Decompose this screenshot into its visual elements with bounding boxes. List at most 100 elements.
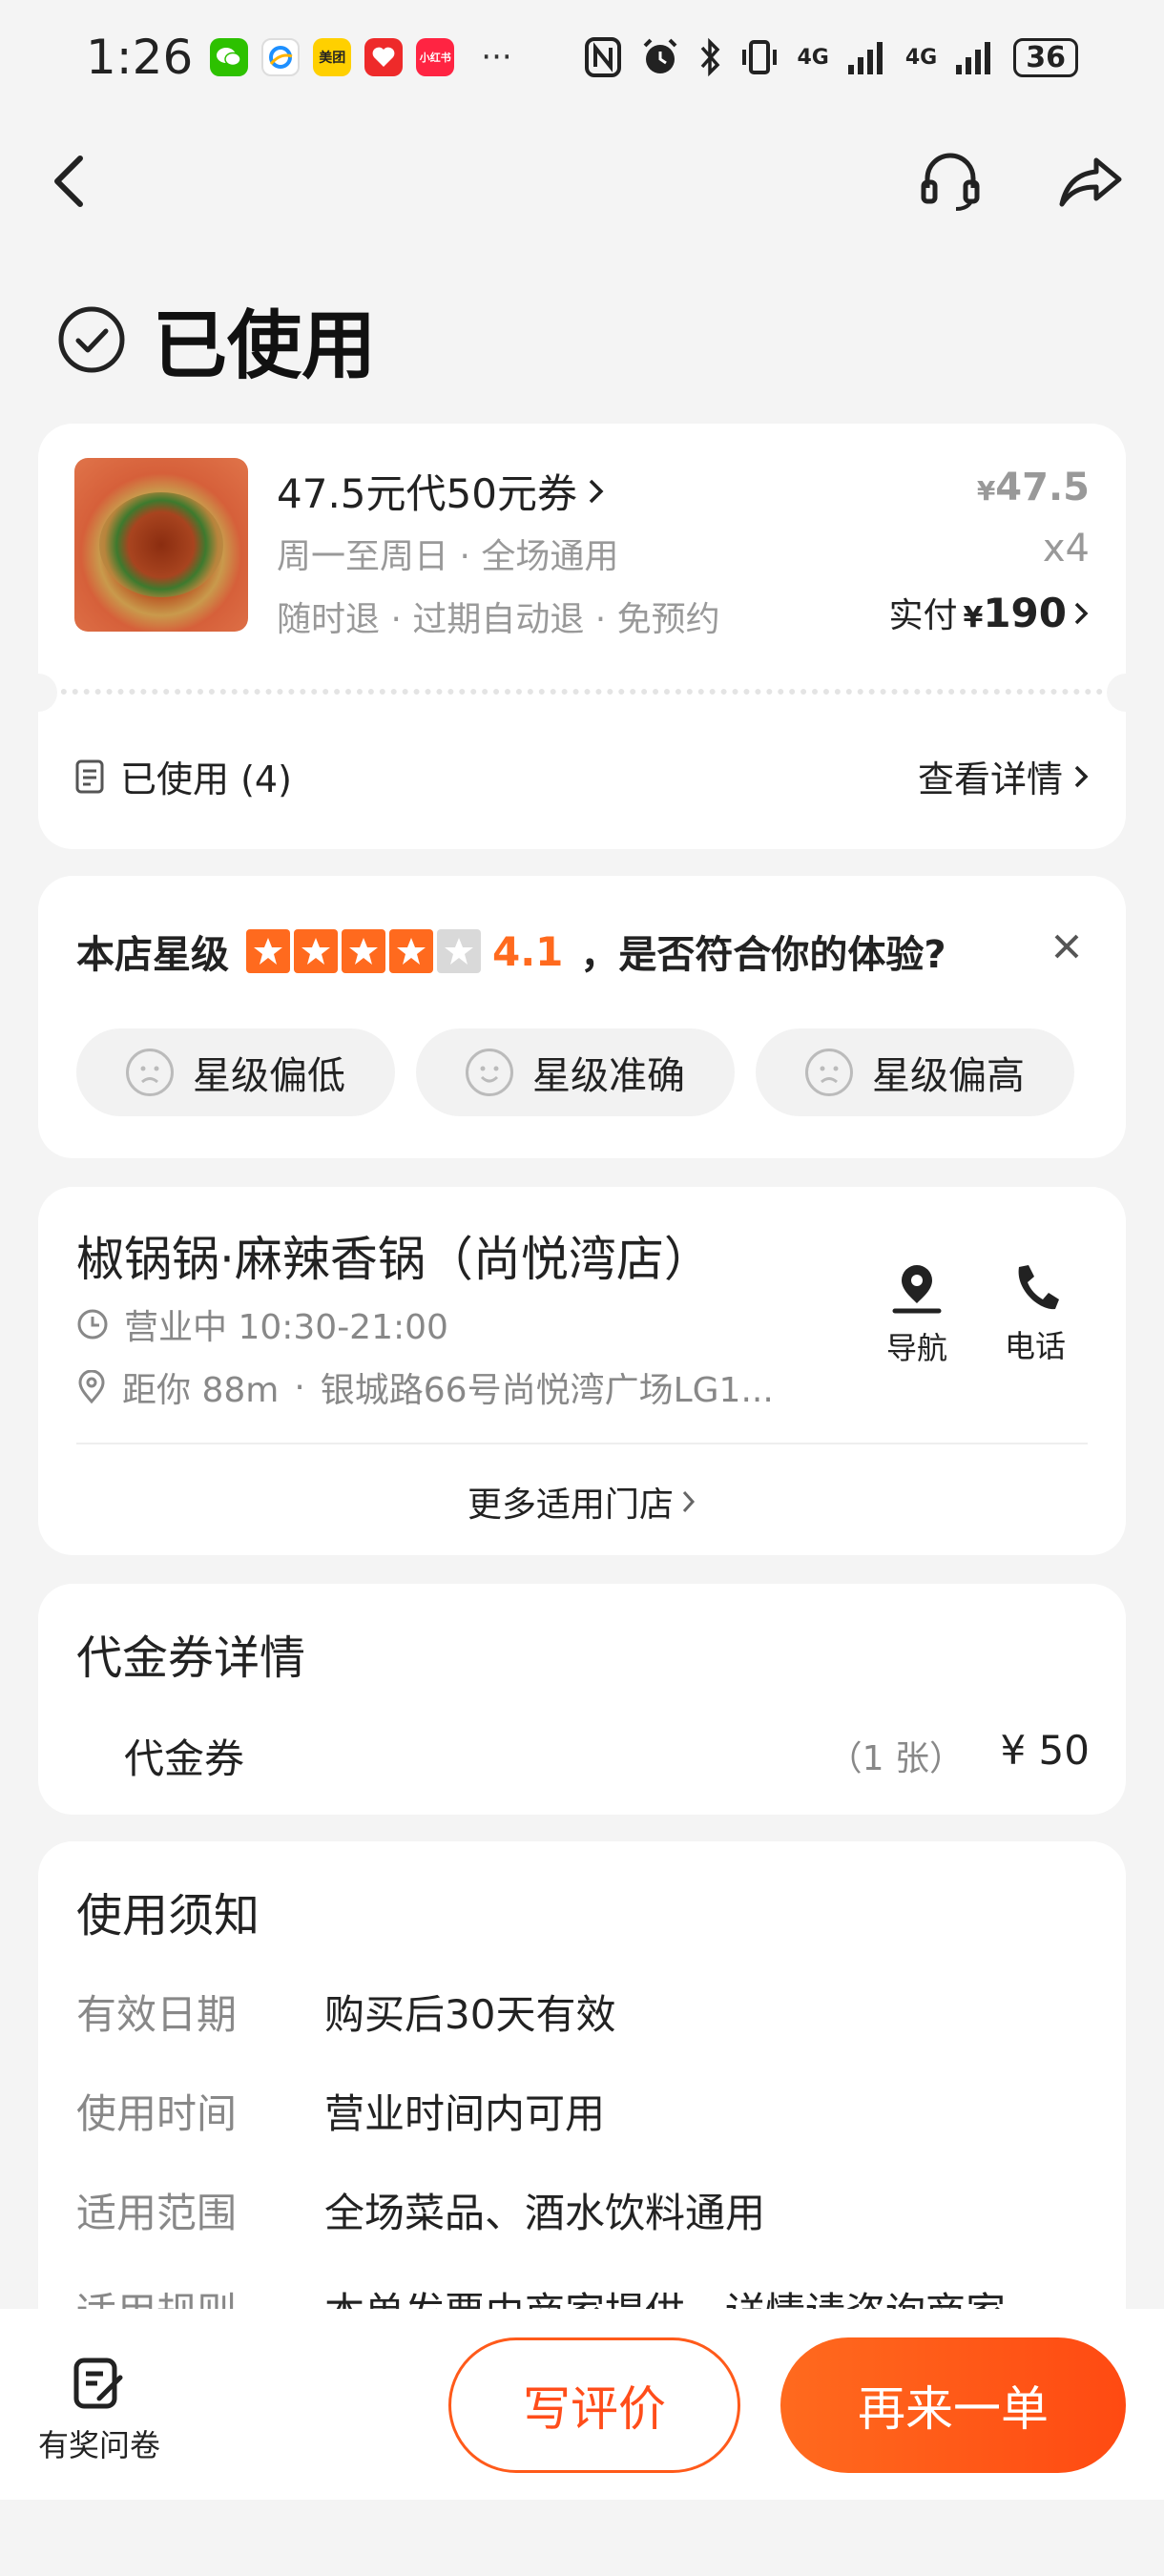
rating-label: 本店星级 (76, 933, 229, 977)
vibrate-icon (741, 40, 777, 74)
rating-too-low-button[interactable]: 星级偏低 (76, 1028, 395, 1116)
network-4g-label: 4G (797, 45, 829, 70)
page-title-row: 已使用 (57, 286, 376, 393)
status-time: 1:26 (86, 30, 194, 85)
survey-edit-icon (73, 2358, 123, 2409)
unit-price: ¥47.5 (976, 466, 1090, 509)
shop-hours-text: 营业中 10:30-21:00 (124, 1308, 448, 1347)
paid-amount: ¥190 (963, 590, 1067, 636)
signal-icon (847, 42, 883, 74)
wechat-icon (210, 38, 249, 76)
notch-left (19, 674, 57, 712)
check-circle-icon (58, 306, 125, 373)
voucher-title: 47.5元代50元券 (277, 470, 577, 517)
rating-too-low-label: 星级偏低 (193, 1054, 345, 1098)
order-card: 47.5元代50元券 周一至周日 · 全场通用 随时退 · 过期自动退 · 免预… (19, 424, 1145, 849)
qq-browser-icon (261, 38, 301, 76)
voucher-policies: 随时退 · 过期自动退 · 免预约 (277, 600, 720, 639)
navigate-label: 导航 (885, 1330, 947, 1366)
star-icon (389, 929, 433, 973)
perforation-divider (38, 689, 1126, 695)
paid-label: 实付 (888, 596, 958, 635)
nfc-icon (584, 37, 621, 77)
notes-row: 适用范围 全场菜品、酒水饮料通用 (76, 2181, 765, 2239)
notes-row: 有效日期 购买后30天有效 (76, 1983, 615, 2041)
used-count: 已使用 (4) (120, 758, 292, 800)
notes-key: 适用范围 (76, 2190, 238, 2236)
voucher-item-name: 代金券 (124, 1735, 245, 1782)
phone-icon (1018, 1265, 1059, 1310)
more-stores-link[interactable]: 更多适用门店 (38, 1477, 1126, 1527)
rating-header: 本店星级 4.1 ，是否符合你的体验? (76, 924, 946, 979)
location-pin-icon (78, 1370, 105, 1404)
survey-button[interactable]: 有奖问卷 (36, 2355, 162, 2465)
view-details-label: 查看详情 (917, 758, 1063, 800)
alarm-icon (643, 38, 676, 73)
shop-address-text: 银城路66号尚悦湾广场LG1... (320, 1371, 774, 1410)
share-button[interactable] (1044, 134, 1139, 229)
status-bar: 1:26 美团 小红书 ··· 4G 4G 36 (0, 0, 1164, 114)
navigate-button[interactable]: 导航 (864, 1261, 969, 1368)
rating-feedback-card: 本店星级 4.1 ，是否符合你的体验? 星级偏低 星级准确 星级偏高 (38, 876, 1126, 1158)
system-nav-area (0, 2500, 1164, 2576)
rating-options: 星级偏低 星级准确 星级偏高 (76, 1028, 1074, 1116)
star-icon (437, 929, 481, 973)
bluetooth-icon (700, 37, 719, 77)
close-icon (1054, 934, 1079, 959)
notes-value: 全场菜品、酒水饮料通用 (324, 2190, 766, 2236)
rating-too-high-label: 星级偏高 (872, 1054, 1025, 1098)
voucher-item-count: （1 张） (827, 1739, 964, 1778)
used-status: 已使用 (4) (74, 750, 292, 802)
star-icon (246, 929, 290, 973)
rating-score: 4.1 (492, 927, 564, 975)
chevron-right-icon (589, 479, 604, 503)
voucher-title-link[interactable]: 47.5元代50元券 (277, 462, 606, 520)
usage-notes-title: 使用须知 (76, 1889, 260, 1942)
shop-address: 距你 88m · 银城路66号尚悦湾广场LG1... (76, 1362, 840, 1412)
voucher-detail-title: 代金券详情 (76, 1631, 306, 1685)
chevron-right-icon (682, 1490, 696, 1513)
call-button[interactable]: 电话 (983, 1261, 1088, 1366)
product-thumbnail[interactable] (74, 458, 248, 632)
notch-right (1107, 674, 1145, 712)
battery-indicator: 36 (1013, 37, 1078, 77)
more-stores-label: 更多适用门店 (467, 1485, 674, 1525)
star-icon (294, 929, 338, 973)
shop-name[interactable]: 椒锅锅·麻辣香锅（尚悦湾店） (76, 1221, 712, 1290)
close-rating-button[interactable] (1046, 925, 1088, 967)
rating-accurate-button[interactable]: 星级准确 (416, 1028, 735, 1116)
write-review-button[interactable]: 写评价 (448, 2337, 740, 2473)
app-red-icon (364, 38, 404, 76)
rating-too-high-button[interactable]: 星级偏高 (756, 1028, 1074, 1116)
sad-face-icon (126, 1049, 174, 1096)
call-label: 电话 (1004, 1328, 1066, 1364)
signal-icon-2 (956, 42, 991, 74)
reorder-button[interactable]: 再来一单 (780, 2337, 1126, 2473)
top-nav (0, 134, 1164, 229)
star-icon (342, 929, 385, 973)
bottom-action-bar: 有奖问卷 写评价 再来一单 (0, 2309, 1164, 2500)
view-details-link[interactable]: 查看详情 (918, 750, 1090, 802)
shop-card: 椒锅锅·麻辣香锅（尚悦湾店） 营业中 10:30-21:00 距你 88m · … (38, 1187, 1126, 1555)
document-icon (75, 759, 104, 793)
customer-service-button[interactable] (903, 134, 998, 229)
system-status: 4G 4G 36 (584, 36, 1078, 78)
rating-question: ，是否符合你的体验? (580, 933, 946, 977)
notes-value: 购买后30天有效 (324, 1991, 616, 2038)
back-button[interactable] (21, 134, 116, 229)
xiaohongshu-icon: 小红书 (416, 38, 455, 76)
page-title: 已使用 (153, 303, 377, 389)
share-arrow-icon (1059, 157, 1122, 207)
notes-key: 有效日期 (76, 1991, 238, 2038)
chevron-right-icon (1074, 602, 1089, 625)
rating-accurate-label: 星级准确 (532, 1054, 685, 1098)
voucher-item-amount: ¥ 50 (1000, 1727, 1090, 1774)
paid-amount-link[interactable]: 实付 ¥190 (888, 588, 1090, 637)
shop-hours: 营业中 10:30-21:00 (76, 1299, 448, 1349)
notes-key: 使用时间 (76, 2090, 238, 2137)
notification-icons: 美团 小红书 ··· (210, 38, 512, 76)
clock-icon (77, 1309, 108, 1340)
chevron-right-icon (1074, 765, 1089, 787)
notes-row: 使用时间 营业时间内可用 (76, 2082, 605, 2140)
headset-icon (921, 153, 980, 211)
